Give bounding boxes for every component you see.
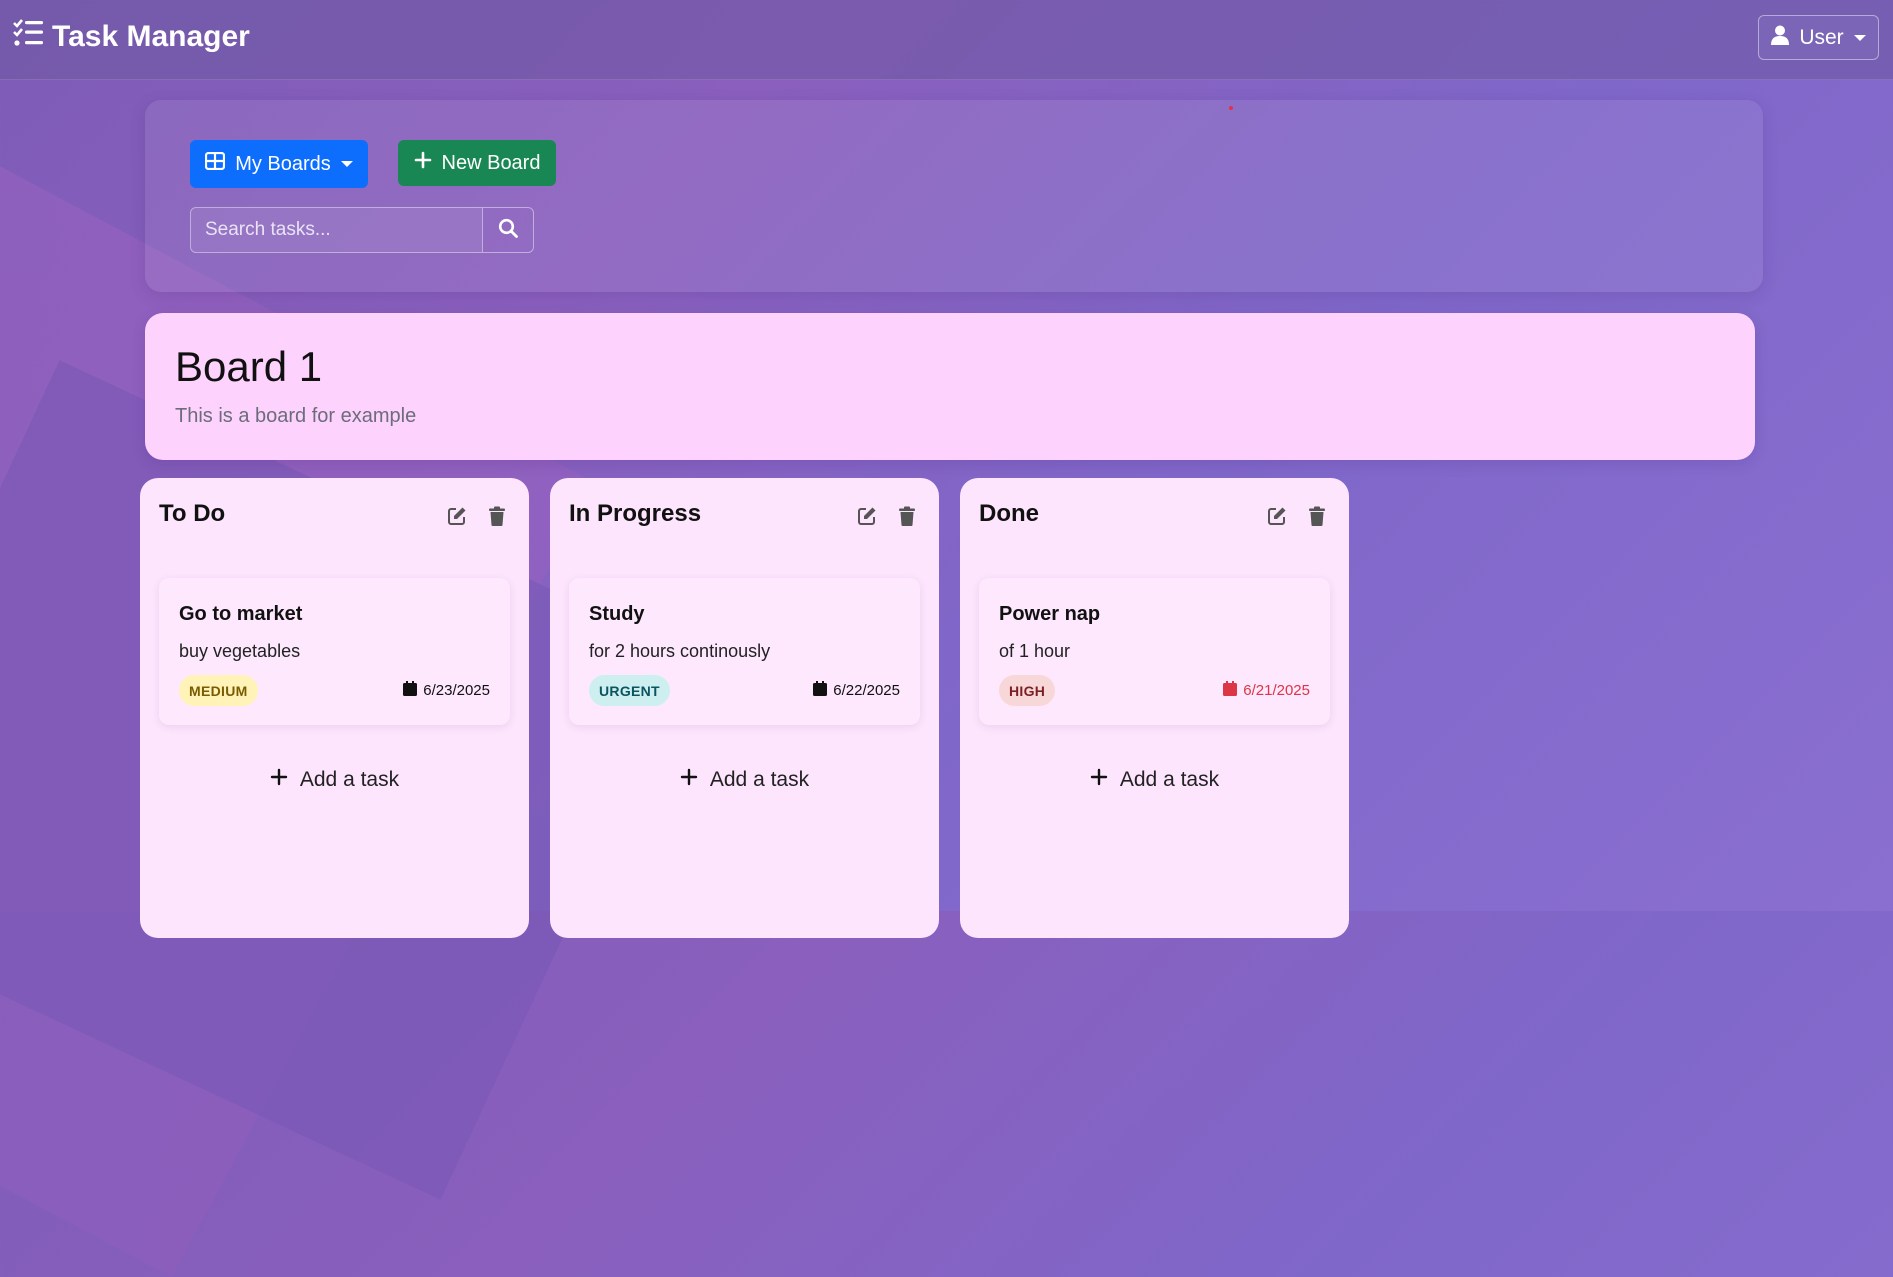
edit-icon[interactable] (857, 506, 877, 531)
my-boards-label: My Boards (235, 152, 331, 175)
plus-icon (414, 151, 432, 175)
task-card[interactable]: Power nap of 1 hour HIGH 6/21/2025 (979, 578, 1330, 725)
calendar-icon (403, 681, 418, 700)
edit-icon[interactable] (1267, 506, 1287, 531)
due-date-text: 6/21/2025 (1243, 682, 1310, 699)
trash-icon[interactable] (1308, 506, 1326, 531)
chevron-down-icon (1853, 34, 1866, 41)
task-title: Power nap (999, 603, 1101, 625)
new-board-label: New Board (441, 151, 541, 174)
priority-badge: HIGH (999, 675, 1056, 706)
board-description: This is a board for example (175, 405, 417, 427)
task-title: Go to market (179, 603, 303, 625)
due-date-text: 6/23/2025 (423, 682, 490, 699)
column-todo: To Do Go to market buy vegetables MEDIUM… (140, 478, 529, 938)
search-icon (498, 218, 518, 243)
edit-icon[interactable] (447, 506, 467, 531)
board-header: Board 1 This is a board for example (145, 313, 1755, 460)
navbar: Task Manager User (0, 0, 1893, 80)
plus-icon (1090, 768, 1108, 792)
due-date: 6/22/2025 (813, 681, 900, 700)
task-description: of 1 hour (999, 641, 1071, 661)
column-in-progress: In Progress Study for 2 hours continousl… (550, 478, 939, 938)
add-task-button[interactable]: Add a task (960, 768, 1349, 792)
trash-icon[interactable] (488, 506, 506, 531)
board-title: Board 1 (175, 343, 323, 390)
trash-icon[interactable] (898, 506, 916, 531)
user-menu-button[interactable]: User (1758, 15, 1879, 60)
add-task-button[interactable]: Add a task (550, 768, 939, 792)
due-date: 6/21/2025 (1223, 681, 1310, 700)
task-card[interactable]: Study for 2 hours continously URGENT 6/2… (569, 578, 920, 725)
app-title: Task Manager (52, 20, 250, 53)
calendar-icon (813, 681, 828, 700)
column-title: Done (979, 500, 1039, 527)
column-title: To Do (159, 500, 226, 527)
due-date: 6/23/2025 (403, 681, 490, 700)
new-board-button[interactable]: New Board (398, 140, 556, 186)
add-task-label: Add a task (709, 768, 810, 791)
task-card[interactable]: Go to market buy vegetables MEDIUM 6/23/… (159, 578, 510, 725)
task-list-icon (12, 18, 44, 56)
chevron-down-icon (340, 161, 353, 167)
grid-icon (205, 151, 226, 176)
priority-badge: URGENT (589, 675, 670, 706)
user-label: User (1799, 25, 1844, 49)
task-description: for 2 hours continously (589, 641, 771, 661)
my-boards-dropdown[interactable]: My Boards (190, 140, 368, 188)
plus-icon (680, 768, 698, 792)
task-description: buy vegetables (179, 641, 301, 661)
brand[interactable]: Task Manager (12, 18, 250, 56)
add-task-label: Add a task (299, 768, 400, 791)
add-task-button[interactable]: Add a task (140, 768, 529, 792)
due-date-text: 6/22/2025 (833, 682, 900, 699)
column-done: Done Power nap of 1 hour HIGH 6/21/2025 … (960, 478, 1349, 938)
search-group (190, 207, 534, 253)
plus-icon (270, 768, 288, 792)
calendar-icon (1223, 681, 1238, 700)
add-task-label: Add a task (1119, 768, 1220, 791)
toolbar-panel (145, 100, 1763, 292)
user-icon (1771, 25, 1790, 51)
search-input[interactable] (191, 208, 482, 252)
task-title: Study (589, 603, 645, 625)
search-button[interactable] (482, 208, 533, 252)
column-title: In Progress (569, 500, 702, 527)
priority-badge: MEDIUM (179, 675, 258, 706)
